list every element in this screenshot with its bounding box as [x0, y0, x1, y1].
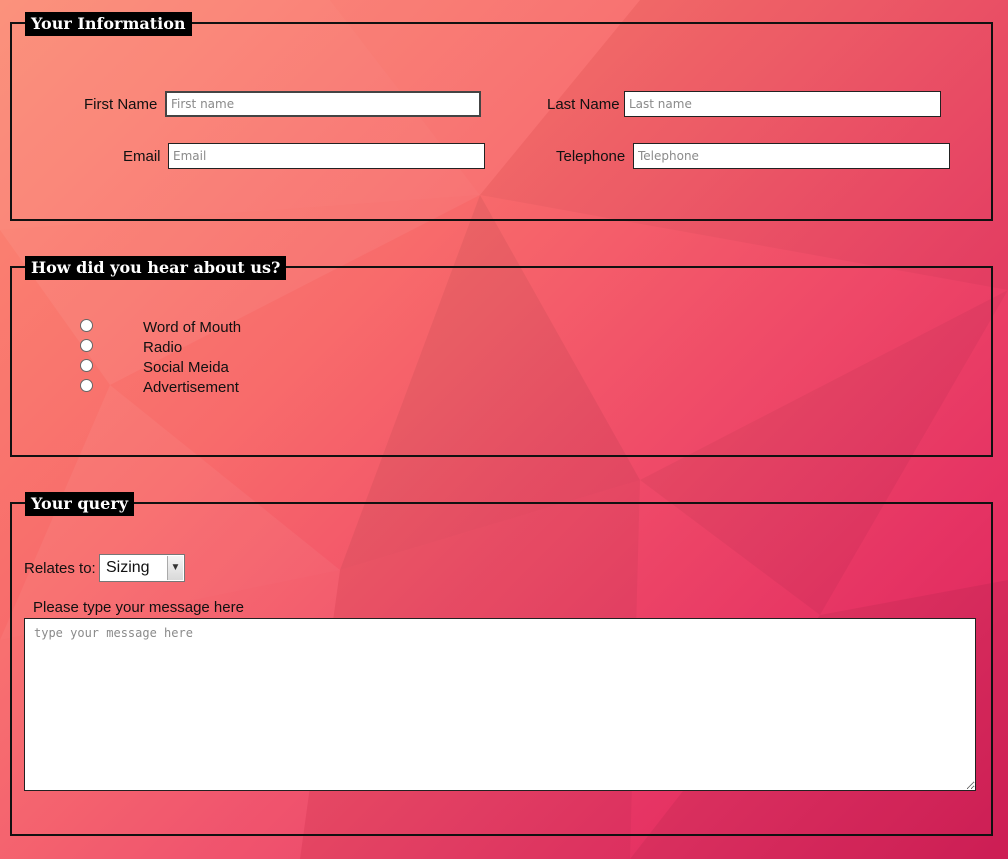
- radio-social-media[interactable]: [80, 359, 93, 372]
- radio-radio[interactable]: [80, 339, 93, 352]
- relates-to-label: Relates to:: [24, 560, 96, 577]
- chevron-down-icon[interactable]: ▼: [167, 556, 183, 580]
- radio-word-of-mouth[interactable]: [80, 319, 93, 332]
- email-input[interactable]: [168, 143, 485, 169]
- your-information-fieldset: Your Information First Name Last Name Em…: [10, 12, 993, 221]
- message-label: Please type your message here: [33, 599, 244, 616]
- first-name-label: First Name: [84, 96, 158, 113]
- how-did-you-hear-legend: How did you hear about us?: [25, 256, 287, 280]
- last-name-input[interactable]: [624, 91, 941, 117]
- your-query-legend: Your query: [25, 492, 135, 516]
- first-name-input[interactable]: [165, 91, 481, 117]
- email-label: Email: [123, 148, 161, 165]
- telephone-input[interactable]: [633, 143, 950, 169]
- radio-advertisement[interactable]: [80, 379, 93, 392]
- last-name-label: Last Name: [547, 96, 620, 113]
- radio-label-word-of-mouth: Word of Mouth: [143, 319, 242, 336]
- relates-to-selected-value: Sizing: [106, 559, 150, 576]
- relates-to-select[interactable]: Sizing ▼: [99, 554, 185, 582]
- how-did-you-hear-fieldset: How did you hear about us? Word of Mouth…: [10, 256, 993, 457]
- telephone-label: Telephone: [556, 148, 626, 165]
- message-textarea[interactable]: [24, 618, 976, 791]
- your-information-legend: Your Information: [25, 12, 192, 36]
- your-query-fieldset: Your query Relates to: Sizing ▼ Please t…: [10, 492, 993, 836]
- radio-label-advertisement: Advertisement: [143, 379, 239, 396]
- radio-label-social-media: Social Meida: [143, 359, 229, 376]
- radio-label-radio: Radio: [143, 339, 183, 356]
